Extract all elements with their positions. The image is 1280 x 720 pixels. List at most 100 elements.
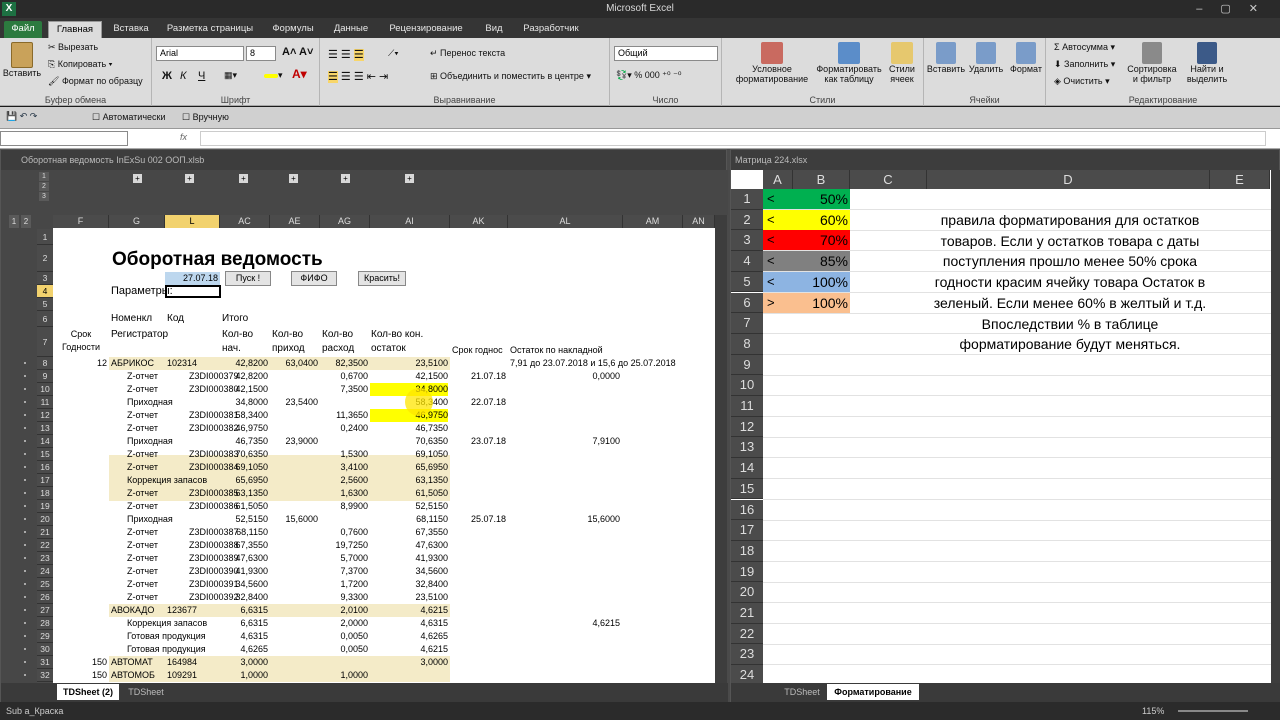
expand-column-icon[interactable]: + — [405, 174, 414, 183]
row-header[interactable]: 20 — [37, 513, 53, 526]
row-header[interactable]: 9 — [37, 370, 53, 383]
row-header[interactable]: 18 — [731, 540, 763, 562]
row-header[interactable]: 9 — [731, 354, 763, 376]
column-header[interactable]: AK — [450, 215, 508, 228]
row-header[interactable]: 13 — [37, 422, 53, 435]
column-header[interactable]: AE — [270, 215, 320, 228]
row-header[interactable]: 6 — [37, 311, 53, 327]
row-header[interactable]: 32 — [37, 669, 53, 682]
delete-cells-button[interactable]: Удалить — [966, 42, 1006, 74]
column-header[interactable]: A — [763, 170, 793, 189]
outline-level-top[interactable]: 1 — [39, 172, 49, 181]
manual-calc-toggle[interactable]: ☐ Вручную — [182, 112, 229, 123]
zoom-level[interactable]: 115% — [1142, 702, 1164, 720]
column-header[interactable]: AL — [508, 215, 623, 228]
row-header[interactable]: 1 — [37, 229, 53, 245]
format-cells-button[interactable]: Формат — [1006, 42, 1046, 74]
merge-center-button[interactable]: ⊞ Объединить и поместить в центре ▾ — [430, 71, 591, 82]
row-header[interactable]: 7 — [37, 327, 53, 357]
row-header[interactable]: 16 — [731, 499, 763, 521]
row-header[interactable]: 6 — [731, 292, 763, 314]
row-header[interactable]: 19 — [731, 561, 763, 583]
expand-column-icon[interactable]: + — [341, 174, 350, 183]
tab-developer[interactable]: Разработчик — [516, 21, 586, 38]
row-header[interactable]: 10 — [37, 383, 53, 396]
column-header[interactable]: AC — [220, 215, 270, 228]
row-header[interactable]: 4 — [731, 251, 763, 272]
clear-button[interactable]: ◈ Очистить ▾ — [1054, 76, 1110, 87]
row-header[interactable]: 5 — [731, 271, 763, 293]
row-header[interactable]: 28 — [37, 617, 53, 630]
row-header[interactable]: 2 — [731, 209, 763, 231]
outline-level-top[interactable]: 3 — [39, 192, 49, 201]
tab-insert[interactable]: Вставка — [106, 21, 156, 38]
bold-button[interactable]: Ж — [162, 70, 172, 82]
zoom-slider[interactable] — [1178, 710, 1248, 712]
format-painter-button[interactable]: 🖌 Формат по образцу — [48, 76, 143, 87]
row-header[interactable]: 4 — [37, 285, 53, 298]
row-header[interactable]: 3 — [731, 230, 763, 252]
window-controls[interactable]: –▢✕ — [1196, 0, 1276, 18]
vertical-align-buttons[interactable]: ☰ ☰ ☰ — [328, 48, 364, 61]
copy-button[interactable]: ⎘ Копировать ▾ — [48, 59, 112, 70]
column-header[interactable]: F — [53, 215, 109, 228]
column-header[interactable]: AG — [320, 215, 370, 228]
sheet-tab-tdsheet2[interactable]: TDSheet (2) — [57, 684, 119, 700]
start-button[interactable]: Пуск ! — [225, 271, 271, 286]
row-header[interactable]: 27 — [37, 604, 53, 617]
name-box[interactable] — [0, 131, 128, 146]
row-header[interactable]: 8 — [37, 357, 53, 370]
expand-column-icon[interactable]: + — [133, 174, 142, 183]
row-header[interactable]: 31 — [37, 656, 53, 669]
row-header[interactable]: 18 — [37, 487, 53, 500]
find-select-button[interactable]: Найти и выделить — [1180, 42, 1234, 84]
save-icon[interactable]: 💾 ↶ ↷ — [6, 111, 37, 122]
column-header[interactable]: AN — [683, 215, 715, 228]
row-header[interactable]: 14 — [37, 435, 53, 448]
row-header[interactable]: 5 — [37, 298, 53, 311]
row-header[interactable]: 12 — [731, 416, 763, 438]
font-color-button[interactable]: A▾ — [292, 67, 307, 81]
italic-button[interactable]: К — [180, 70, 186, 82]
row-header[interactable]: 29 — [37, 630, 53, 643]
formula-input[interactable] — [200, 131, 1266, 146]
row-header[interactable]: 11 — [37, 396, 53, 409]
tab-file[interactable]: Файл — [4, 21, 42, 38]
horizontal-align-buttons[interactable]: ☰ ☰ ☰ ⇤ ⇥ — [328, 70, 388, 83]
expand-column-icon[interactable]: + — [185, 174, 194, 183]
row-header[interactable]: 13 — [731, 437, 763, 459]
number-format-select[interactable]: Общий — [614, 46, 718, 61]
column-header[interactable]: D — [927, 170, 1210, 189]
autosum-button[interactable]: Σ Автосумма ▾ — [1054, 42, 1115, 53]
row-header[interactable]: 8 — [731, 333, 763, 355]
tab-home[interactable]: Главная — [48, 21, 102, 38]
row-header[interactable]: 2 — [37, 245, 53, 272]
sheet-tab-tdsheet[interactable]: TDSheet — [121, 684, 171, 700]
row-header[interactable]: 17 — [731, 520, 763, 541]
tab-view[interactable]: Вид — [476, 21, 512, 38]
sheet-tab-formatting[interactable]: Форматирование — [827, 684, 919, 700]
outline-level-1[interactable]: 1 — [9, 215, 19, 228]
row-header[interactable]: 26 — [37, 591, 53, 604]
format-as-table-button[interactable]: Форматировать как таблицу — [814, 42, 884, 84]
fifo-button[interactable]: ФИФО — [291, 271, 337, 286]
row-header[interactable]: 15 — [37, 448, 53, 461]
sort-filter-button[interactable]: Сортировка и фильтр — [1124, 42, 1180, 84]
row-header[interactable]: 19 — [37, 500, 53, 513]
row-header[interactable]: 12 — [37, 409, 53, 422]
tab-data[interactable]: Данные — [326, 21, 376, 38]
selected-cell[interactable] — [165, 285, 221, 298]
row-header[interactable]: 25 — [37, 578, 53, 591]
row-header[interactable]: 15 — [731, 478, 763, 500]
tab-formulas[interactable]: Формулы — [264, 21, 322, 38]
column-header[interactable]: B — [793, 170, 850, 189]
row-header[interactable]: 23 — [37, 552, 53, 565]
row-header[interactable]: 14 — [731, 458, 763, 479]
orientation-button[interactable]: ⟋▾ — [388, 48, 399, 59]
tab-review[interactable]: Рецензирование — [380, 21, 472, 38]
number-format-buttons[interactable]: 💱▾ % 000 ⁺⁰ ⁻⁰ — [616, 70, 681, 81]
expand-column-icon[interactable]: + — [239, 174, 248, 183]
cut-button[interactable]: ✂ Вырезать — [48, 42, 98, 53]
row-header[interactable]: 21 — [37, 526, 53, 539]
column-header[interactable]: C — [850, 170, 927, 189]
